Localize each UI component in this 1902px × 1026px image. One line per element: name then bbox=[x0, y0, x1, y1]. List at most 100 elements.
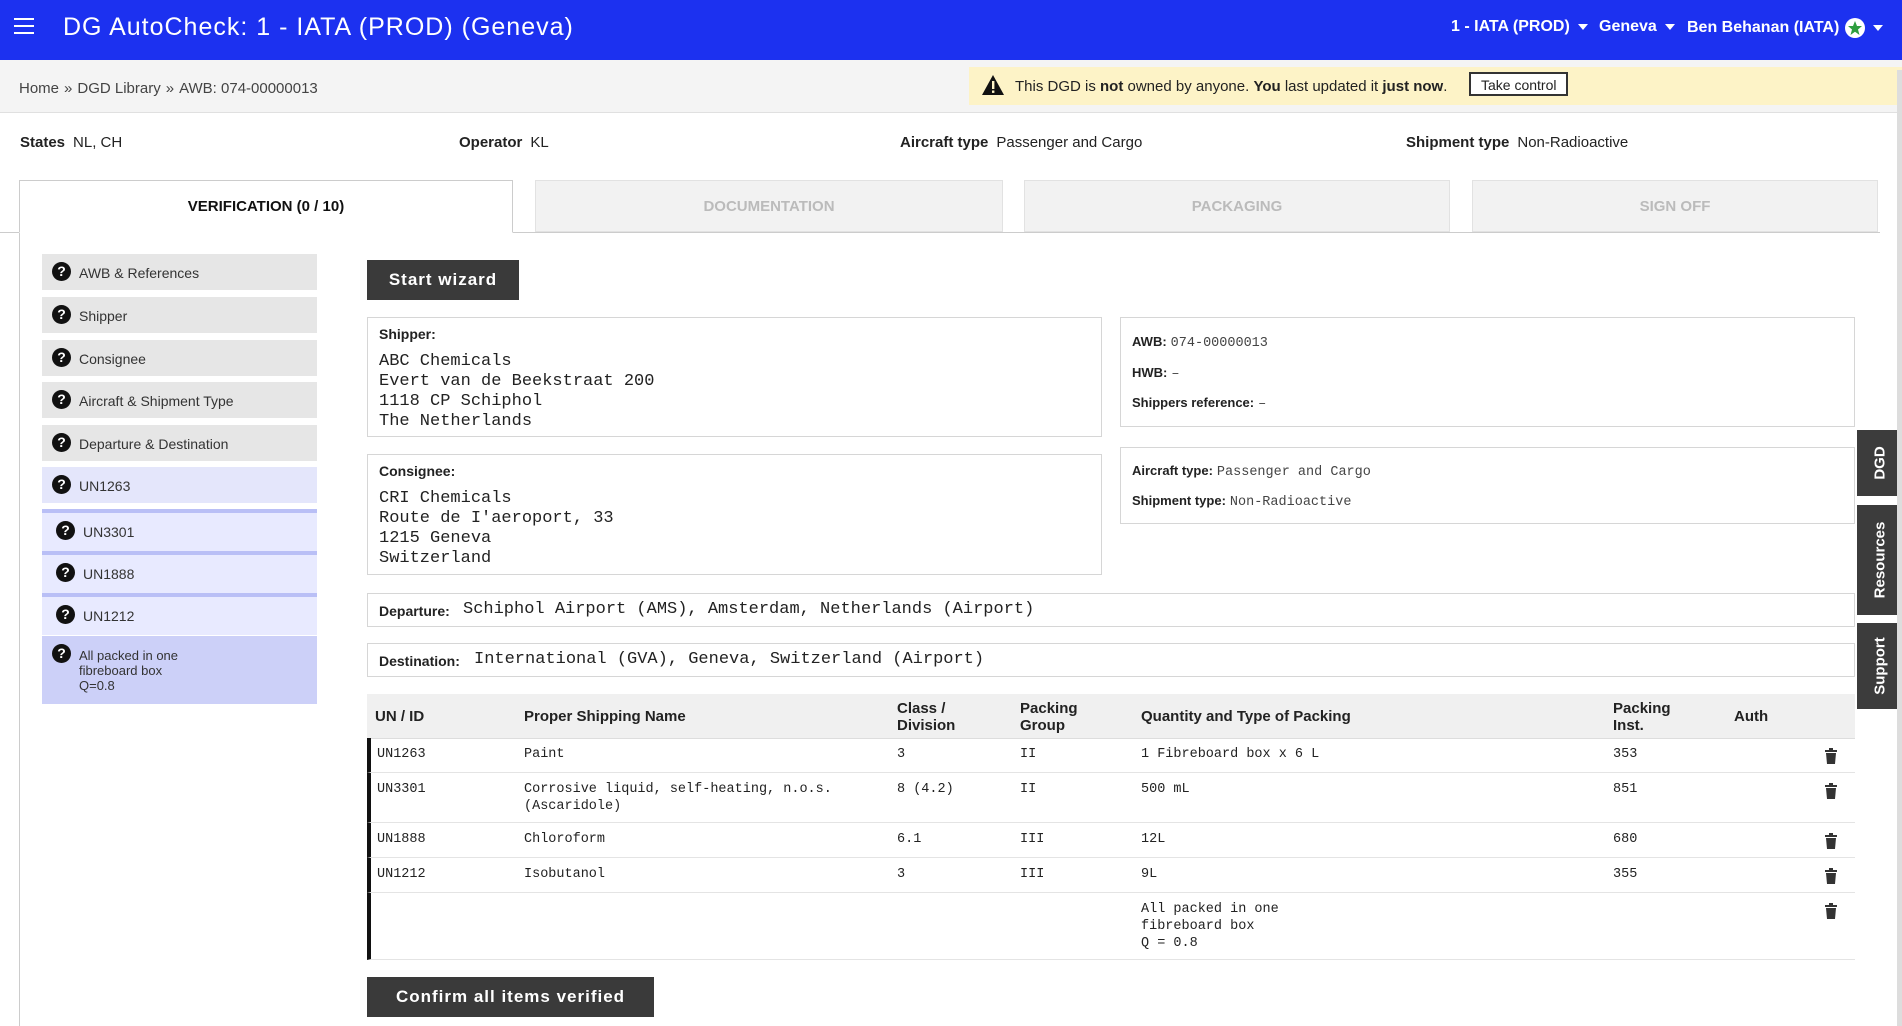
sidebar-item-label: Shipper bbox=[79, 308, 128, 324]
table-row[interactable]: UN1888 Chloroform 6.1 III 12L 680 bbox=[367, 823, 1855, 858]
aircraft-type-field: Aircraft type: Passenger and Cargo bbox=[1132, 463, 1371, 480]
cell-quantity: 12L bbox=[1141, 832, 1166, 847]
breadcrumb-current: AWB: 074-00000013 bbox=[179, 80, 318, 97]
cell-packing-group: III bbox=[1020, 867, 1045, 882]
side-tab-support[interactable]: Support bbox=[1857, 623, 1902, 709]
destination-value: International (GVA), Geneva, Switzerland… bbox=[474, 650, 985, 669]
cell-quantity: All packed in one fibreboard box Q = 0.8 bbox=[1141, 902, 1279, 951]
trash-icon[interactable] bbox=[1824, 783, 1838, 799]
question-icon: ? bbox=[52, 305, 71, 324]
sidebar-item-all-packed[interactable]: ? All packed in one fibreboard box Q=0.8 bbox=[42, 636, 317, 704]
take-control-button[interactable]: Take control bbox=[1469, 72, 1569, 96]
warning-icon bbox=[982, 75, 1004, 95]
sidebar-item-label: Consignee bbox=[79, 351, 146, 367]
cell-un-id: UN3301 bbox=[377, 782, 426, 797]
trash-icon[interactable] bbox=[1824, 833, 1838, 849]
shipper-box: Shipper: ABC Chemicals Evert van de Beeks… bbox=[367, 317, 1102, 437]
question-icon: ? bbox=[56, 563, 75, 582]
departure-box: Departure: Schiphol Airport (AMS), Amste… bbox=[367, 593, 1855, 627]
hamburger-menu-icon[interactable] bbox=[14, 18, 34, 34]
trash-icon[interactable] bbox=[1824, 748, 1838, 764]
shipment-type-field: Shipment type: Non-Radioactive bbox=[1132, 493, 1352, 510]
content-border bbox=[19, 232, 20, 1026]
col-packing-inst: Packing Inst. bbox=[1613, 700, 1671, 734]
sidebar-item-label: All packed in one fibreboard box Q=0.8 bbox=[79, 648, 179, 693]
cell-un-id: UN1888 bbox=[377, 832, 426, 847]
cell-packing-inst: 851 bbox=[1613, 782, 1638, 797]
sidebar-item-shipper[interactable]: ? Shipper bbox=[42, 297, 317, 333]
sidebar-item-label: Aircraft & Shipment Type bbox=[79, 393, 234, 409]
sidebar-item-label: UN1212 bbox=[83, 608, 135, 624]
dg-table-header: UN / ID Proper Shipping Name Class / Divi… bbox=[367, 694, 1855, 739]
cell-class: 3 bbox=[897, 747, 906, 762]
departure-label: Departure: bbox=[379, 603, 450, 619]
scrollbar[interactable] bbox=[1897, 70, 1902, 1026]
breadcrumb: Home» DGD Library» AWB: 074-00000013 bbox=[19, 80, 318, 97]
question-icon: ? bbox=[56, 605, 75, 624]
summary-shipment-type: Shipment type Non-Radioactive bbox=[1406, 134, 1629, 151]
table-row[interactable]: All packed in one fibreboard box Q = 0.8 bbox=[367, 893, 1855, 960]
side-tab-label: Resources bbox=[1871, 521, 1888, 599]
confirm-all-verified-button[interactable]: Confirm all items verified bbox=[367, 977, 654, 1017]
side-tab-dgd[interactable]: DGD bbox=[1857, 430, 1902, 496]
destination-label: Destination: bbox=[379, 653, 460, 669]
tab-sign-off[interactable]: SIGN OFF bbox=[1472, 180, 1878, 232]
cell-packing-inst: 680 bbox=[1613, 832, 1638, 847]
sidebar-item-awb-references[interactable]: ? AWB & References bbox=[42, 254, 317, 290]
sidebar-item-un3301[interactable]: ? UN3301 bbox=[42, 509, 317, 551]
app-title: DG AutoCheck: 1 - IATA (PROD) (Geneva) bbox=[63, 13, 574, 41]
breadcrumb-dgd-library[interactable]: DGD Library bbox=[77, 80, 160, 97]
cell-class: 3 bbox=[897, 867, 906, 882]
sidebar-item-label: AWB & References bbox=[79, 265, 200, 281]
col-proper-shipping-name: Proper Shipping Name bbox=[524, 708, 686, 725]
notice-text: This DGD is not owned by anyone. You las… bbox=[1015, 78, 1448, 95]
sidebar-item-label: UN1888 bbox=[83, 566, 135, 582]
question-icon: ? bbox=[56, 521, 75, 540]
consignee-box: Consignee: CRI Chemicals Route de I'aerop… bbox=[367, 454, 1102, 575]
tab-documentation[interactable]: DOCUMENTATION bbox=[535, 180, 1003, 232]
cell-packing-inst: 355 bbox=[1613, 867, 1638, 882]
start-wizard-button[interactable]: Start wizard bbox=[367, 260, 519, 300]
table-row[interactable]: UN1263 Paint 3 II 1 Fibreboard box x 6 L… bbox=[367, 738, 1855, 773]
question-icon: ? bbox=[52, 644, 71, 663]
question-icon: ? bbox=[52, 262, 71, 281]
side-tab-label: DGD bbox=[1871, 446, 1888, 480]
cell-quantity: 9L bbox=[1141, 867, 1158, 882]
sidebar-item-un1263[interactable]: ? UN1263 bbox=[42, 467, 317, 503]
sidebar-item-label: Departure & Destination bbox=[79, 436, 229, 452]
shipper-title: Shipper: bbox=[379, 326, 436, 342]
question-icon: ? bbox=[52, 475, 71, 494]
sidebar-item-un1212[interactable]: ? UN1212 bbox=[42, 593, 317, 635]
cell-packing-group: II bbox=[1020, 782, 1037, 797]
table-row[interactable]: UN1212 Isobutanol 3 III 9L 355 bbox=[367, 858, 1855, 893]
sidebar-item-departure-destination[interactable]: ? Departure & Destination bbox=[42, 425, 317, 461]
col-class-division: Class / Division bbox=[897, 700, 956, 734]
org-dropdown[interactable]: 1 - IATA (PROD) bbox=[1451, 18, 1588, 36]
org-dropdown-label: 1 - IATA (PROD) bbox=[1451, 18, 1570, 35]
cell-un-id: UN1263 bbox=[377, 747, 426, 762]
question-icon: ? bbox=[52, 390, 71, 409]
tab-verification[interactable]: VERIFICATION (0 / 10) bbox=[19, 180, 513, 233]
chevron-down-icon bbox=[1664, 23, 1675, 30]
side-tab-resources[interactable]: Resources bbox=[1857, 505, 1902, 615]
awb-references-box: AWB: 074-00000013 HWB: – Shippers referenc… bbox=[1120, 317, 1855, 427]
chevron-down-icon bbox=[1873, 25, 1884, 31]
location-dropdown-label: Geneva bbox=[1599, 18, 1657, 35]
breadcrumb-home[interactable]: Home bbox=[19, 80, 59, 97]
col-auth: Auth bbox=[1734, 708, 1769, 725]
cell-class: 8 (4.2) bbox=[897, 782, 954, 797]
sidebar-item-label: UN1263 bbox=[79, 478, 131, 494]
user-menu[interactable]: Ben Behanan (IATA) bbox=[1687, 18, 1884, 38]
location-dropdown[interactable]: Geneva bbox=[1599, 18, 1675, 36]
col-quantity-packing: Quantity and Type of Packing bbox=[1141, 708, 1351, 725]
summary-states: States NL, CH bbox=[20, 134, 123, 151]
trash-icon[interactable] bbox=[1824, 903, 1838, 919]
trash-icon[interactable] bbox=[1824, 868, 1838, 884]
table-row[interactable]: UN3301 Corrosive liquid, self-heating, n… bbox=[367, 773, 1855, 823]
sidebar-item-consignee[interactable]: ? Consignee bbox=[42, 340, 317, 376]
sidebar-item-un1888[interactable]: ? UN1888 bbox=[42, 551, 317, 593]
consignee-title: Consignee: bbox=[379, 463, 456, 479]
sidebar-item-aircraft-shipment[interactable]: ? Aircraft & Shipment Type bbox=[42, 382, 317, 418]
hwb-field: HWB: – bbox=[1132, 365, 1180, 382]
tab-packaging[interactable]: PACKAGING bbox=[1024, 180, 1450, 232]
